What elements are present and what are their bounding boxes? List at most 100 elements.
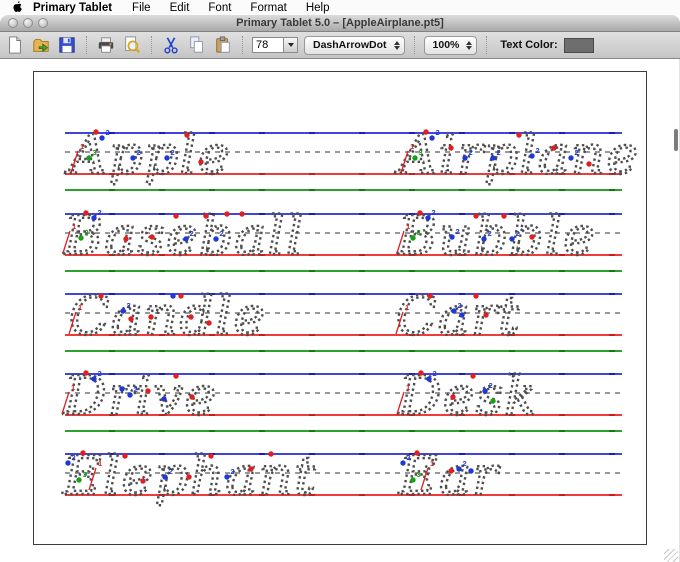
stroke-start-dot xyxy=(86,155,91,160)
stroke-number: 2 xyxy=(127,301,131,310)
menu-item-file[interactable]: File xyxy=(132,2,151,14)
app-window: Primary Tablet 5.0 – [AppleAirplane.pt5] xyxy=(0,15,680,562)
stroke-start-dot xyxy=(76,477,81,482)
stroke-start-dot xyxy=(470,373,475,378)
menu-item-format[interactable]: Format xyxy=(250,2,286,14)
stroke-start-dot xyxy=(128,316,133,321)
stroke-number: 1 xyxy=(430,459,434,468)
zoom-value: 100% xyxy=(433,39,460,51)
stroke-start-dot xyxy=(268,451,273,456)
stroke-start-dot xyxy=(224,211,229,216)
stroke-start-dot xyxy=(586,161,591,166)
stroke-start-dot xyxy=(482,388,487,393)
stroke-start-dot xyxy=(99,135,104,140)
stroke-start-dot xyxy=(450,394,455,399)
letter-style-dropdown[interactable]: DashArrowDot xyxy=(304,36,405,55)
stroke-start-dot xyxy=(183,236,188,241)
window-controls xyxy=(8,18,48,28)
font-size-value[interactable]: 78 xyxy=(252,37,284,53)
stroke-number: 2 xyxy=(98,208,102,217)
stroke-start-dot xyxy=(248,466,253,471)
stroke-start-dot xyxy=(164,155,169,160)
stroke-number: 2 xyxy=(456,227,460,236)
new-document-button[interactable] xyxy=(5,35,25,55)
stroke-number: 1 xyxy=(98,459,102,468)
paste-button[interactable] xyxy=(213,35,233,55)
stroke-start-dot xyxy=(412,155,417,160)
stroke-start-dot xyxy=(516,132,521,137)
stroke-start-dot xyxy=(145,388,150,393)
stroke-number: 1 xyxy=(410,142,414,151)
stroke-start-dot xyxy=(426,376,431,381)
apple-menu-icon[interactable] xyxy=(12,1,23,14)
minimize-button[interactable] xyxy=(23,18,33,28)
stroke-number: 2 xyxy=(171,148,175,157)
stroke-start-dot xyxy=(178,293,183,298)
menu-item-help[interactable]: Help xyxy=(306,2,330,14)
stroke-start-dot xyxy=(449,234,454,239)
stroke-number: 3 xyxy=(417,470,421,479)
stroke-start-dot xyxy=(529,153,534,158)
stroke-start-dot xyxy=(462,155,467,160)
vertical-scrollbar-thumb[interactable] xyxy=(674,129,678,151)
stroke-number: 2 xyxy=(469,148,473,157)
stroke-start-dot xyxy=(481,236,486,241)
stroke-start-dot xyxy=(162,474,167,479)
stroke-start-dot xyxy=(78,235,83,240)
toolbar-separator xyxy=(414,36,415,54)
stroke-number: 2 xyxy=(463,459,467,468)
open-file-button[interactable] xyxy=(31,35,51,55)
save-file-button[interactable] xyxy=(57,35,77,55)
stroke-number: 2 xyxy=(169,467,173,476)
stroke-start-dot xyxy=(130,155,135,160)
updown-arrows-icon xyxy=(394,38,400,53)
close-button[interactable] xyxy=(8,18,18,28)
stroke-number: 3 xyxy=(417,228,421,237)
stroke-start-dot xyxy=(161,396,166,401)
menu-app-name[interactable]: Primary Tablet xyxy=(33,2,112,14)
zoom-button[interactable] xyxy=(38,18,48,28)
stroke-start-dot xyxy=(448,145,453,150)
stroke-start-dot xyxy=(483,312,488,317)
worksheet-page[interactable]: Apple21322Airplane2132222Baseball21322Bu… xyxy=(33,71,647,545)
stroke-number: 2 xyxy=(98,369,102,378)
stroke-start-dot xyxy=(122,453,127,458)
cut-button[interactable] xyxy=(161,35,181,55)
stroke-start-dot xyxy=(93,129,98,134)
stroke-start-dot xyxy=(65,460,70,465)
stroke-number: 2 xyxy=(488,229,492,238)
stroke-number: 1 xyxy=(72,222,76,231)
font-size-combo[interactable]: 78 xyxy=(252,37,298,53)
stroke-start-dot xyxy=(427,293,432,298)
print-preview-button[interactable] xyxy=(122,35,142,55)
stroke-number: 2 xyxy=(433,369,437,378)
stroke-number: 2 xyxy=(190,229,194,238)
stroke-number: 3 xyxy=(93,148,97,157)
stroke-start-dot xyxy=(203,213,208,218)
stroke-start-dot xyxy=(410,235,415,240)
stroke-start-dot xyxy=(184,132,189,137)
stroke-start-dot xyxy=(459,312,464,317)
menu-item-edit[interactable]: Edit xyxy=(170,2,190,14)
menu-item-font[interactable]: Font xyxy=(208,2,231,14)
copy-button[interactable] xyxy=(187,35,207,55)
stroke-start-dot xyxy=(473,293,478,298)
title-bar[interactable]: Primary Tablet 5.0 – [AppleAirplane.pt5] xyxy=(0,15,680,32)
screen: Primary Tablet File Edit Font Format Help Pr… xyxy=(0,0,680,562)
stroke-start-dot xyxy=(120,308,125,313)
stroke-start-dot xyxy=(189,394,194,399)
print-button[interactable] xyxy=(96,35,116,55)
text-color-swatch[interactable] xyxy=(564,38,594,53)
stroke-start-dot xyxy=(188,314,193,319)
stroke-start-dot xyxy=(127,392,132,397)
stroke-number: 2 xyxy=(231,467,235,476)
stroke-start-dot xyxy=(170,293,175,298)
stroke-start-dot xyxy=(83,370,88,375)
stroke-number: 2 xyxy=(536,146,540,155)
stroke-number: 1 xyxy=(78,303,82,312)
resize-grip[interactable] xyxy=(664,549,678,562)
trace-word: Bubble xyxy=(397,206,596,267)
zoom-dropdown[interactable]: 100% xyxy=(424,36,478,55)
font-size-dropdown-button[interactable] xyxy=(284,37,298,53)
stroke-number: 3 xyxy=(85,228,89,237)
